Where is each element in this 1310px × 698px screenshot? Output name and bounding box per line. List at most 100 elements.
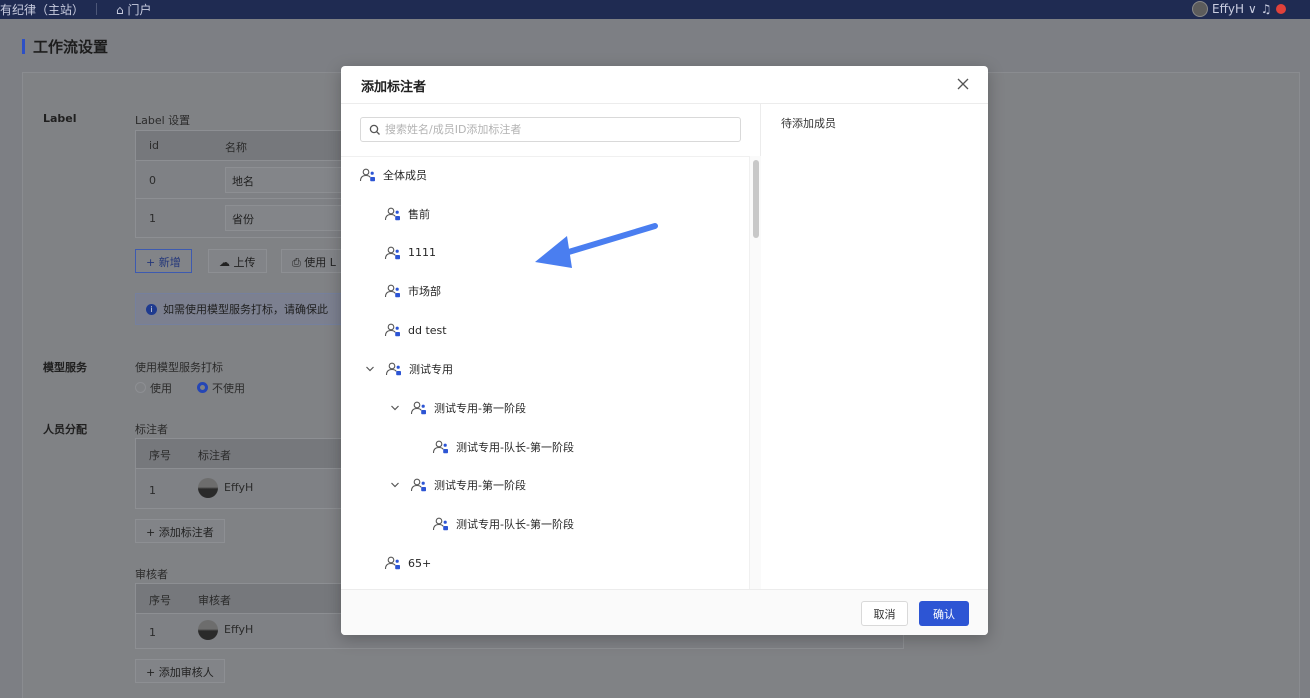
column-header-annotator: 标注者 (198, 449, 231, 462)
tree-node[interactable]: 测试专用-队长-第一阶段 (432, 512, 574, 536)
tree-node-label: dd test (408, 323, 447, 337)
chevron-down-icon[interactable] (388, 478, 402, 492)
table-row: 0 地名 (136, 161, 350, 199)
radio-use-label: 使用 (150, 382, 172, 395)
column-header-no: 序号 (149, 594, 171, 607)
label-name-input[interactable]: 省份 (225, 205, 350, 231)
annotator-title: 标注者 (135, 423, 168, 436)
user-group-icon (384, 207, 400, 220)
user-menu[interactable]: EffyH ∨ ♫ (1192, 1, 1286, 17)
label-name-input[interactable]: 地名 (225, 167, 350, 193)
column-header-id: id (149, 139, 160, 152)
member-picker-panel: 全体成员售前1111市场部dd test测试专用测试专用-第一阶段测试专用-队长… (341, 104, 761, 589)
column-header-name: 名称 (225, 141, 247, 154)
tree-node-label: 测试专用-第一阶段 (434, 401, 526, 415)
tree-node-label: 市场部 (408, 285, 441, 299)
use-label-button[interactable]: ⎙ 使用 L (281, 249, 343, 273)
user-group-icon (384, 323, 400, 337)
reviewer-title: 审核者 (135, 568, 168, 581)
radio-not-use-label: 不使用 (212, 382, 245, 395)
avatar (198, 620, 218, 640)
annotator-table: 序号 标注者 1 EffyH (135, 438, 347, 509)
add-label-button[interactable]: + 新增 (135, 249, 192, 273)
info-icon: i (146, 303, 157, 315)
user-group-icon (384, 246, 400, 259)
tree-node[interactable]: 1111 (384, 241, 436, 265)
confirm-button[interactable]: 确认 (919, 601, 969, 626)
label-table: id 名称 0 地名 1 省份 (135, 130, 350, 238)
add-annotator-modal: 添加标注者 全体成员售前1111市场部dd test测试专用测试专用-第一阶段测… (341, 66, 988, 635)
user-group-icon (384, 285, 400, 298)
cancel-button[interactable]: 取消 (861, 601, 908, 626)
tree-node-label: 全体成员 (383, 169, 427, 182)
add-annotator-button[interactable]: + 添加标注者 (135, 519, 225, 543)
pending-members-panel: 待添加成员 (761, 104, 988, 589)
tree-node[interactable]: 测试专用 (363, 357, 453, 381)
avatar (1192, 1, 1208, 17)
bell-icon[interactable]: ♫ (1261, 2, 1272, 16)
modal-title: 添加标注者 (361, 80, 427, 95)
annotator-cell: EffyH (198, 478, 253, 498)
tree-node[interactable]: 全体成员 (359, 163, 427, 187)
search-input[interactable] (385, 121, 735, 138)
home-icon: ⌂ (116, 3, 124, 17)
tree-node-label: 1111 (408, 246, 436, 260)
model-service-alert: i 如需使用模型服务打标，请确保此 (135, 293, 345, 325)
tree-node[interactable]: 市场部 (384, 279, 441, 303)
chevron-down-icon[interactable] (388, 401, 402, 415)
cell-no: 1 (149, 484, 156, 497)
annotator-name: EffyH (224, 481, 254, 494)
cell-id: 1 (149, 212, 156, 225)
title-accent-bar (22, 39, 25, 54)
nav-divider (96, 3, 97, 15)
cell-id: 0 (149, 174, 156, 187)
chevron-down-icon[interactable] (363, 362, 377, 376)
model-service-hint: 使用模型服务打标 (135, 361, 223, 374)
user-group-icon (359, 168, 375, 182)
page-title: 工作流设置 (22, 36, 108, 57)
add-reviewer-button[interactable]: + 添加审核人 (135, 659, 225, 683)
column-header-reviewer: 审核者 (198, 594, 231, 607)
tree-node[interactable]: 65+ (384, 551, 431, 575)
tree-node-label: 测试专用 (409, 363, 453, 376)
user-group-icon (432, 517, 448, 531)
page-title-text: 工作流设置 (33, 38, 109, 56)
tree-scrollbar[interactable] (749, 156, 761, 589)
section-label-staff: 人员分配 (43, 423, 87, 436)
site-name[interactable]: 有纪律（主站） (0, 1, 84, 18)
radio-not-use[interactable]: 不使用 (197, 380, 245, 396)
tree-node[interactable]: 测试专用-第一阶段 (388, 473, 526, 497)
scrollbar-thumb[interactable] (753, 160, 759, 238)
user-group-icon (384, 556, 400, 570)
cloud-upload-icon: ☁ (219, 256, 234, 269)
tree-node[interactable]: 测试专用-第一阶段 (388, 396, 526, 420)
tree-node[interactable]: 售前 (384, 202, 430, 226)
user-group-icon (410, 401, 426, 414)
tree-node[interactable]: 测试专用-队长-第一阶段 (432, 435, 574, 459)
pending-members-title: 待添加成员 (781, 117, 836, 130)
avatar (198, 478, 218, 498)
notification-badge (1275, 4, 1286, 14)
tree-node-label: 65+ (408, 556, 432, 570)
use-label-text: 使用 L (304, 256, 336, 269)
modal-header: 添加标注者 (341, 66, 988, 104)
radio-use[interactable]: 使用 (135, 380, 172, 396)
upload-button[interactable]: ☁ 上传 (208, 249, 267, 273)
table-header: id 名称 (136, 131, 346, 161)
home-label: 门户 (127, 3, 152, 17)
user-group-icon (385, 362, 401, 376)
tree-node-label: 售前 (408, 207, 430, 221)
upload-label: 上传 (233, 256, 256, 269)
radio-circle (135, 382, 146, 393)
label-setting-title: Label 设置 (135, 114, 191, 127)
tree-node[interactable]: dd test (384, 318, 447, 342)
member-search[interactable] (360, 117, 741, 142)
column-header-no: 序号 (149, 449, 171, 462)
section-label-model-service: 模型服务 (43, 361, 87, 374)
tree-node-label: 测试专用-第一阶段 (434, 479, 526, 493)
modal-footer: 取消 确认 (341, 589, 988, 635)
user-group-icon (410, 479, 426, 492)
close-icon[interactable] (953, 74, 973, 94)
table-row: 1 EffyH (136, 469, 346, 507)
home-link[interactable]: ⌂ 门户 (116, 1, 151, 18)
